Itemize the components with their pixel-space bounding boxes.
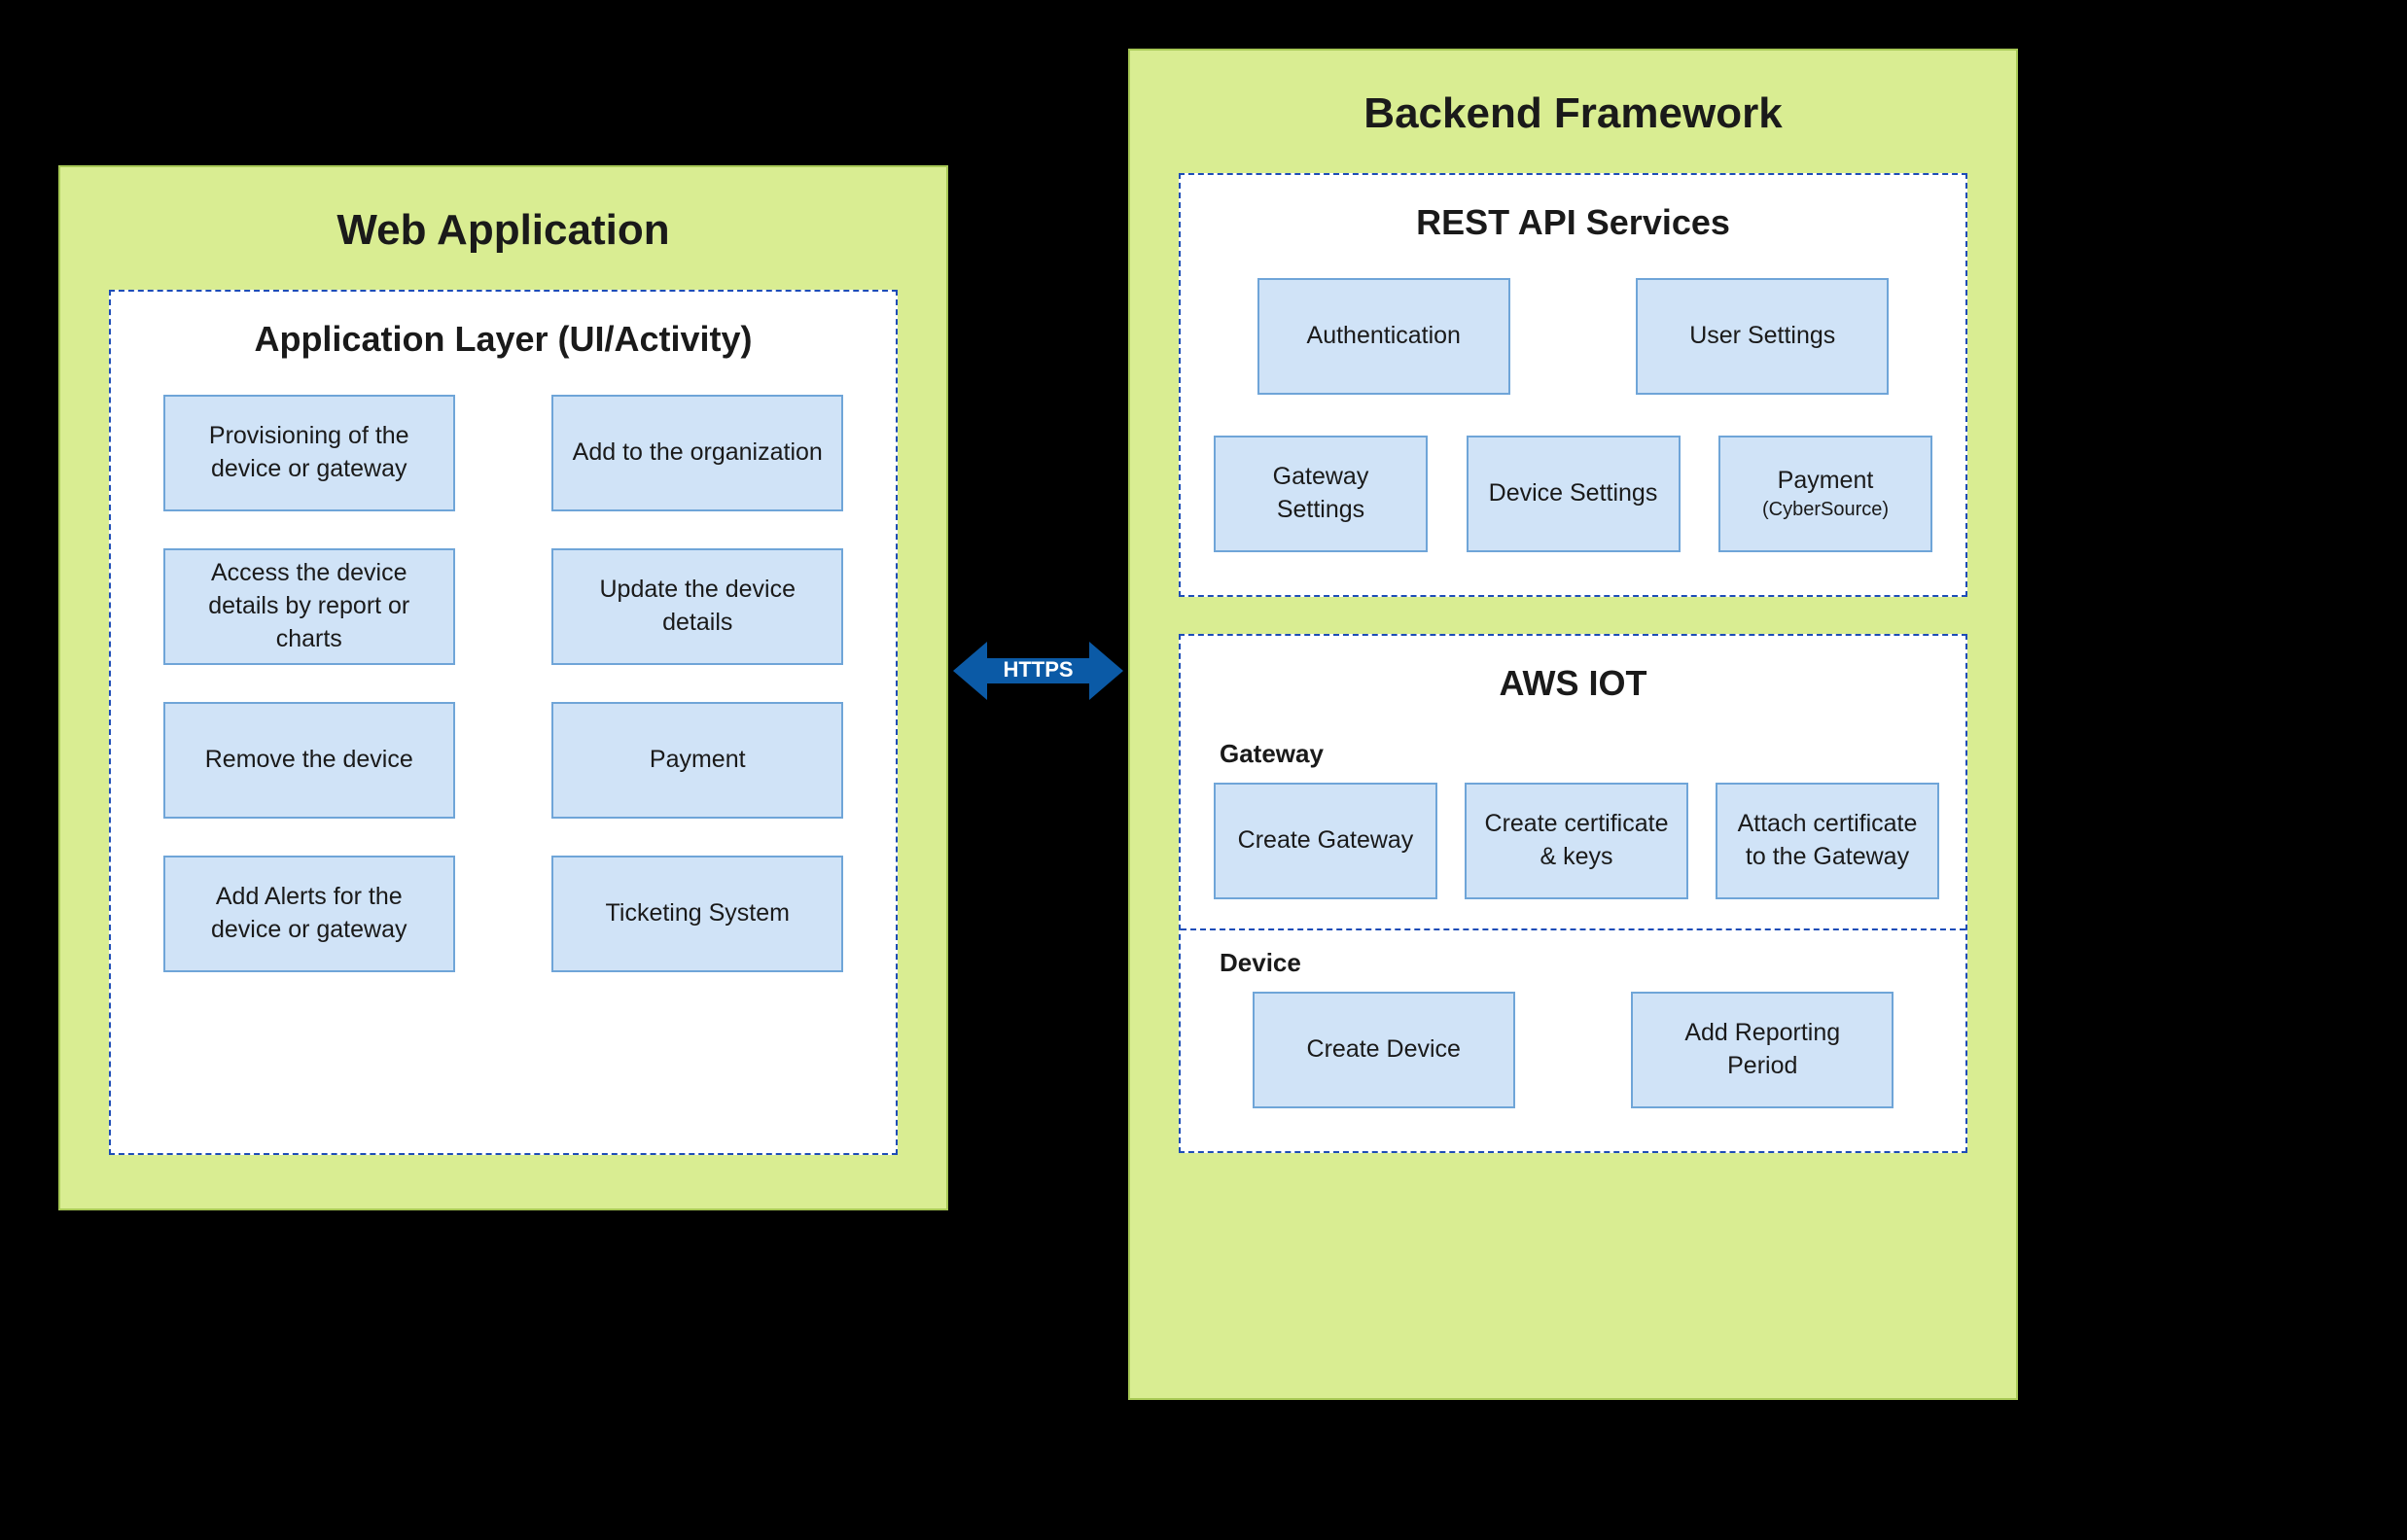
- web-application-title: Web Application: [109, 206, 898, 255]
- node-provisioning: Provisioning of the device or gateway: [163, 395, 455, 511]
- node-create-gateway: Create Gateway: [1214, 783, 1437, 899]
- iot-divider: [1181, 928, 1965, 930]
- api-row-2: Gateway Settings Device Settings Payment…: [1214, 436, 1932, 552]
- node-authentication: Authentication: [1257, 278, 1510, 395]
- node-update-details: Update the device details: [551, 548, 843, 665]
- device-nodes-row: Create Device Add Reporting Period: [1214, 992, 1932, 1108]
- node-access-details: Access the device details by report or c…: [163, 548, 455, 665]
- web-nodes-grid: Provisioning of the device or gateway Ad…: [144, 395, 863, 972]
- node-payment: Payment: [551, 702, 843, 819]
- gateway-section-label: Gateway: [1220, 739, 1932, 769]
- https-connector: HTTPS: [953, 637, 1123, 705]
- api-row-1: Authentication User Settings: [1214, 278, 1932, 395]
- gateway-nodes-grid: Create Gateway Create certificate & keys…: [1214, 783, 1932, 899]
- node-add-reporting: Add Reporting Period: [1631, 992, 1894, 1108]
- web-application-panel: Web Application Application Layer (UI/Ac…: [58, 165, 948, 1210]
- backend-framework-title: Backend Framework: [1179, 89, 1967, 138]
- node-user-settings: User Settings: [1636, 278, 1889, 395]
- node-gateway-settings: Gateway Settings: [1214, 436, 1428, 552]
- node-remove-device: Remove the device: [163, 702, 455, 819]
- payment-sub: (CyberSource): [1762, 497, 1889, 523]
- rest-api-title: REST API Services: [1214, 202, 1932, 243]
- rest-api-box: REST API Services Authentication User Se…: [1179, 173, 1967, 597]
- node-create-device: Create Device: [1253, 992, 1515, 1108]
- aws-iot-title: AWS IOT: [1214, 663, 1932, 704]
- node-payment-cybersource: Payment (CyberSource): [1718, 436, 1932, 552]
- aws-iot-box: AWS IOT Gateway Create Gateway Create ce…: [1179, 634, 1967, 1153]
- application-layer-title: Application Layer (UI/Activity): [144, 319, 863, 360]
- node-create-cert: Create certificate & keys: [1465, 783, 1688, 899]
- node-ticketing: Ticketing System: [551, 856, 843, 972]
- node-device-settings: Device Settings: [1467, 436, 1681, 552]
- connector-label: HTTPS: [953, 637, 1123, 705]
- payment-label: Payment: [1762, 465, 1889, 498]
- device-section-label: Device: [1220, 948, 1932, 978]
- node-add-to-org: Add to the organization: [551, 395, 843, 511]
- node-attach-cert: Attach certificate to the Gateway: [1716, 783, 1939, 899]
- backend-framework-panel: Backend Framework REST API Services Auth…: [1128, 49, 2018, 1400]
- node-add-alerts: Add Alerts for the device or gateway: [163, 856, 455, 972]
- application-layer-box: Application Layer (UI/Activity) Provisio…: [109, 290, 898, 1155]
